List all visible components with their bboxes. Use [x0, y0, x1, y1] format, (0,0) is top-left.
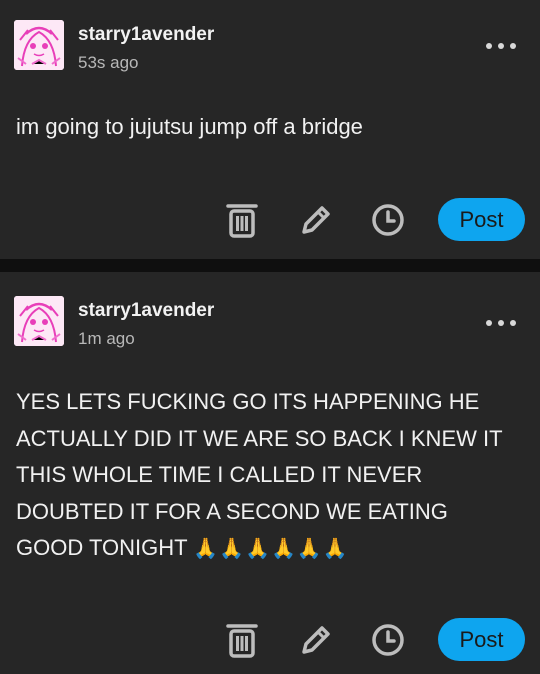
delete-button[interactable] — [222, 200, 262, 240]
post-actions: Post — [0, 618, 540, 662]
more-horizontal-icon — [510, 320, 516, 326]
more-horizontal-icon — [486, 43, 492, 49]
username[interactable]: starry1avender — [78, 24, 214, 46]
username[interactable]: starry1avender — [78, 300, 214, 322]
more-horizontal-icon — [498, 43, 504, 49]
more-options-button[interactable] — [486, 41, 516, 51]
divider — [0, 259, 540, 272]
post-button[interactable]: Post — [438, 198, 525, 241]
timestamp: 1m ago — [78, 329, 135, 348]
post-text: im going to jujutsu jump off a bridge — [16, 114, 363, 139]
avatar[interactable] — [14, 296, 64, 346]
more-horizontal-icon — [498, 320, 504, 326]
trash-icon — [226, 624, 258, 658]
delete-button[interactable] — [222, 620, 262, 660]
post-text: YES LETS FUCKING GO ITS HAPPENING HE ACT… — [16, 389, 503, 560]
post-button[interactable]: Post — [438, 618, 525, 661]
clock-icon — [372, 624, 404, 656]
trash-icon — [226, 204, 258, 238]
post-body: im going to jujutsu jump off a bridge — [16, 109, 512, 146]
edit-button[interactable] — [296, 620, 336, 660]
schedule-button[interactable] — [368, 200, 408, 240]
pencil-icon — [302, 626, 330, 654]
post-actions: Post — [0, 198, 540, 242]
avatar[interactable] — [14, 20, 64, 70]
draft-post-2: starry1avender 1m ago YES LETS FUCKING G… — [0, 272, 540, 674]
pencil-icon — [302, 206, 330, 234]
timestamp: 53s ago — [78, 53, 139, 72]
more-options-button[interactable] — [486, 318, 516, 328]
schedule-button[interactable] — [368, 620, 408, 660]
clock-icon — [372, 204, 404, 236]
more-horizontal-icon — [510, 43, 516, 49]
draft-post-1: starry1avender 53s ago im going to jujut… — [0, 0, 540, 259]
edit-button[interactable] — [296, 200, 336, 240]
post-body: YES LETS FUCKING GO ITS HAPPENING HE ACT… — [16, 384, 512, 567]
praying-hands-emoji: 🙏🙏🙏🙏🙏🙏 — [193, 536, 349, 560]
more-horizontal-icon — [486, 320, 492, 326]
